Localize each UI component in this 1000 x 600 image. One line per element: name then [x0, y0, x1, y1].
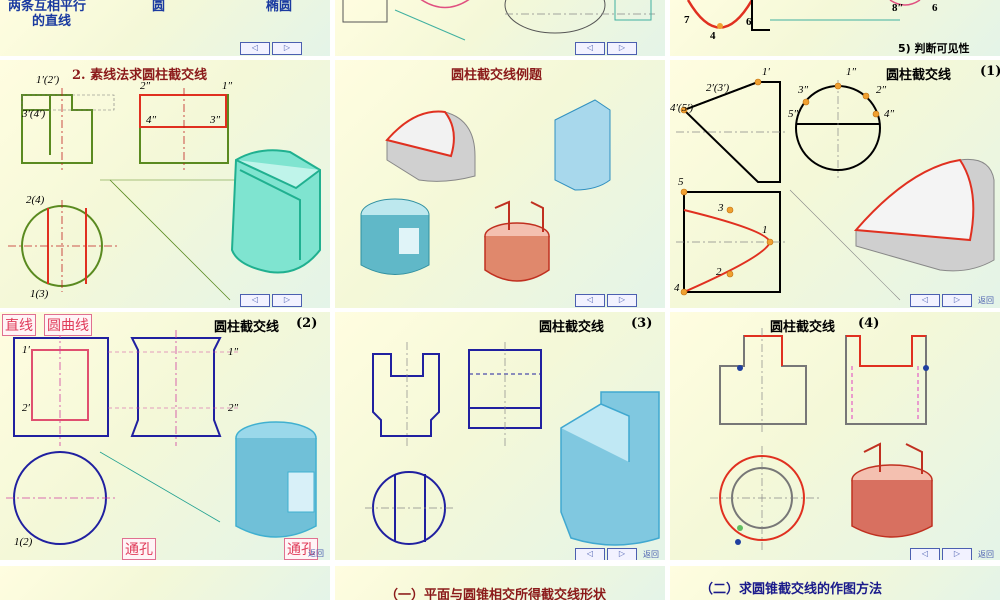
point-label: 1′	[762, 66, 770, 78]
return-button[interactable]: 返回	[978, 549, 994, 560]
slide-bottom-left[interactable]	[0, 566, 330, 600]
prev-button[interactable]: ◁	[575, 294, 605, 307]
next-button[interactable]: ▷	[607, 42, 637, 55]
slide-top-left[interactable]: 两条互相平行 圆 椭圆 的直线 ◁ ▷	[0, 0, 330, 56]
point-label: 1″	[846, 66, 857, 78]
point-label: 2′	[22, 402, 30, 414]
tag-straight-line: 直线	[2, 314, 36, 336]
slide-top-middle[interactable]: ◁ ▷	[335, 0, 665, 56]
point-label: 2″	[140, 80, 151, 92]
point-label: 4″	[884, 108, 895, 120]
point-label: 3″	[798, 84, 809, 96]
next-button[interactable]: ▷	[607, 548, 637, 560]
step-note: 5) 判断可见性	[898, 42, 970, 55]
point-label: 6	[932, 2, 938, 14]
prev-button[interactable]: ◁	[910, 548, 940, 560]
drawing	[710, 328, 933, 552]
tag-through-hole: 通孔	[122, 538, 156, 560]
slide-nav: ◁ ▷ 返回	[910, 548, 994, 560]
slide-nav: ◁ ▷	[240, 294, 302, 307]
next-button[interactable]: ▷	[942, 294, 972, 307]
prev-button[interactable]: ◁	[910, 294, 940, 307]
drawing	[6, 330, 317, 545]
point-label: 4″	[146, 114, 157, 126]
slide-nav: ◁ ▷	[240, 42, 302, 55]
slide-nav: ◁ ▷	[575, 294, 637, 307]
point-label: 2(4)	[26, 194, 45, 206]
point-label: 2″	[876, 84, 887, 96]
point-label: 6	[746, 16, 752, 28]
tag-circular-curve: 圆曲线	[44, 314, 92, 336]
prev-button[interactable]: ◁	[240, 294, 270, 307]
slide-text: 椭圆	[266, 0, 293, 14]
point-label: 3	[718, 202, 724, 214]
next-button[interactable]: ▷	[942, 548, 972, 560]
return-button[interactable]: 返回	[643, 549, 659, 560]
slide-cylinder-element-method[interactable]: 2. 素线法求圆柱截交线 1′(2′) 2″ 1″ 3′(4′) 4″ 3″ 2…	[0, 60, 330, 308]
slide-cylinder-4[interactable]: 圆柱截交线 (4) ◁ ▷ 返回	[670, 312, 1000, 560]
slide-cylinder-examples[interactable]: 圆柱截交线例题 ◁ ▷	[335, 60, 665, 308]
slide-top-right[interactable]: 7 6 4 8″ 6 5) 判断可见性	[670, 0, 1000, 56]
drawing	[365, 342, 660, 546]
point-label: 1(3)	[30, 288, 49, 300]
point-label: 5″	[788, 108, 799, 120]
slide-cone-section-shapes[interactable]: （一）平面与圆锥相交所得截交线形状	[335, 566, 665, 600]
point-label: 4′(5′)	[670, 102, 694, 114]
return-button[interactable]: 返回	[978, 295, 994, 306]
point-label: 3″	[210, 114, 221, 126]
slide-title: （二）求圆锥截交线的作图方法	[700, 582, 883, 597]
prev-button[interactable]: ◁	[575, 42, 605, 55]
slide-nav: 返回	[304, 548, 324, 559]
slide-cylinder-2[interactable]: 圆柱截交线 (2) 直线 圆曲线 通孔 通孔 1′ 2′ 1″ 2″ 1(2) …	[0, 312, 330, 560]
point-label: 5	[678, 176, 684, 188]
slide-text: 圆	[152, 0, 166, 14]
next-button[interactable]: ▷	[272, 294, 302, 307]
prev-button[interactable]: ◁	[240, 42, 270, 55]
point-label: 4	[674, 282, 680, 294]
point-label: 2′(3′)	[706, 82, 730, 94]
point-label: 1	[762, 224, 768, 236]
point-label: 1″	[228, 346, 239, 358]
point-label: 1′	[22, 344, 30, 356]
slide-cylinder-1[interactable]: 圆柱截交线 (1) 2′(3′) 1′ 1″ 3″ 2″ 4′(5′) 5″ 4…	[670, 60, 1000, 308]
next-button[interactable]: ▷	[607, 294, 637, 307]
point-label: 2	[716, 266, 722, 278]
slide-text: 的直线	[32, 14, 72, 29]
prev-button[interactable]: ◁	[575, 548, 605, 560]
drawing	[360, 99, 611, 282]
point-label: 8″	[892, 2, 904, 14]
point-label: 4	[710, 30, 716, 42]
return-button[interactable]: 返回	[308, 548, 324, 559]
drawing	[8, 88, 321, 301]
next-button[interactable]: ▷	[272, 42, 302, 55]
point-label: 3′(4′)	[22, 108, 46, 120]
point-label: 1″	[222, 80, 233, 92]
slide-nav: ◁ ▷ 返回	[575, 548, 659, 560]
slide-cylinder-3[interactable]: 圆柱截交线 (3) ◁ ▷ 返回	[335, 312, 665, 560]
point-label: 1(2)	[14, 536, 33, 548]
point-label: 7	[684, 14, 690, 26]
slide-cone-section-method[interactable]: （二）求圆锥截交线的作图方法	[670, 566, 1000, 600]
slide-title: （一）平面与圆锥相交所得截交线形状	[385, 588, 607, 600]
point-label: 1′(2′)	[36, 74, 60, 86]
slide-nav: ◁ ▷	[575, 42, 637, 55]
slide-nav: ◁ ▷ 返回	[910, 294, 994, 307]
point-label: 2″	[228, 402, 239, 414]
